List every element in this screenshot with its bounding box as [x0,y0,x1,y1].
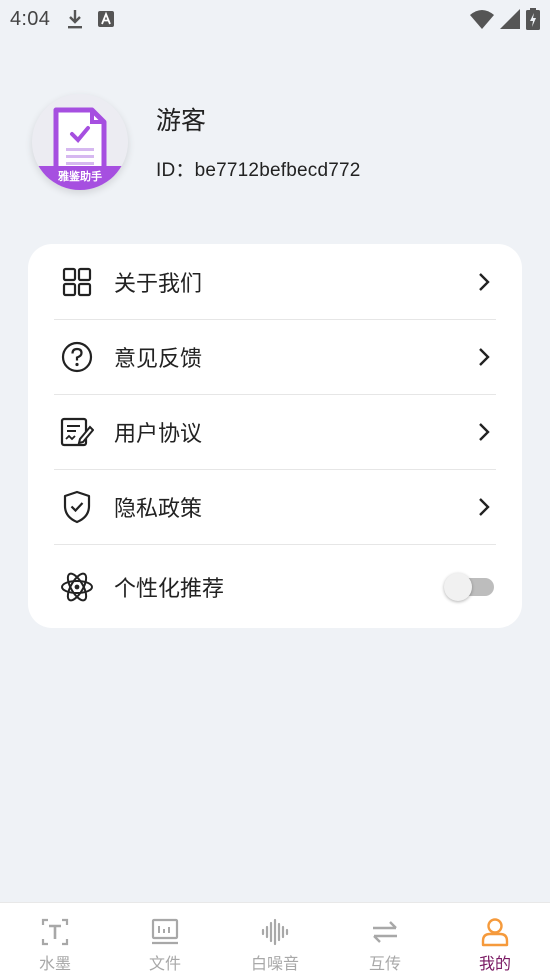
status-time: 4:04 [10,7,51,30]
shield-check-icon [60,490,94,524]
transfer-arrows-icon [373,921,397,943]
menu-item-privacy-policy[interactable]: 隐私政策 [54,469,496,544]
signal-icon [500,9,520,29]
waveform-icon [261,918,289,946]
tab-label: 白噪音 [250,954,299,973]
bottom-tab-bar: 水墨 文件 白噪音 互传 我的 [0,902,550,979]
status-bar: 4:04 [0,0,550,38]
chevron-right-icon [479,422,490,441]
atom-icon [60,570,94,604]
grid-icon [60,265,94,299]
menu-item-feedback[interactable]: 意见反馈 [54,319,496,394]
battery-icon [526,8,540,30]
person-icon [481,918,509,947]
a-icon [98,11,115,27]
tab-label: 我的 [478,954,511,973]
file-board-icon [151,918,179,945]
wifi-icon [470,10,494,29]
menu-item-label: 用户协议 [114,421,203,447]
question-circle-icon [60,340,94,374]
tab-mine[interactable]: 我的 [440,903,550,979]
avatar[interactable]: 雅鉴助手 [32,94,128,190]
text-t-icon [41,918,69,946]
divider [54,544,496,545]
chevron-right-icon [479,347,490,366]
menu-item-user-agreement[interactable]: 用户协议 [54,394,496,469]
tab-label: 水墨 [38,954,71,973]
user-id: ID：be7712befbecd772 [156,159,361,181]
menu-item-label: 意见反馈 [114,346,203,372]
download-icon [68,10,83,29]
personalized-recommendation-toggle[interactable] [444,572,494,601]
chevron-right-icon [479,272,490,291]
toggle-knob [444,572,472,601]
tab-ink[interactable]: 水墨 [0,903,110,979]
document-pen-icon [60,415,94,449]
menu-item-label: 隐私政策 [114,496,203,522]
avatar-caption: 雅鉴助手 [32,166,128,190]
tab-transfer[interactable]: 互传 [330,903,440,979]
tab-label: 文件 [148,954,181,973]
menu-item-label: 个性化推荐 [114,576,225,602]
profile-header: 雅鉴助手 游客 ID：be7712befbecd772 [32,94,361,190]
menu-item-personalized-recommendation: 个性化推荐 [54,549,496,624]
username: 游客 [156,105,207,135]
menu-item-label: 关于我们 [114,271,203,297]
settings-menu: 关于我们 意见反馈 用户协议 隐私政策 个性化推荐 [28,244,522,628]
chevron-right-icon [479,497,490,516]
tab-white-noise[interactable]: 白噪音 [220,903,330,979]
menu-item-about[interactable]: 关于我们 [54,244,496,319]
tab-files[interactable]: 文件 [110,903,220,979]
tab-label: 互传 [368,954,401,973]
